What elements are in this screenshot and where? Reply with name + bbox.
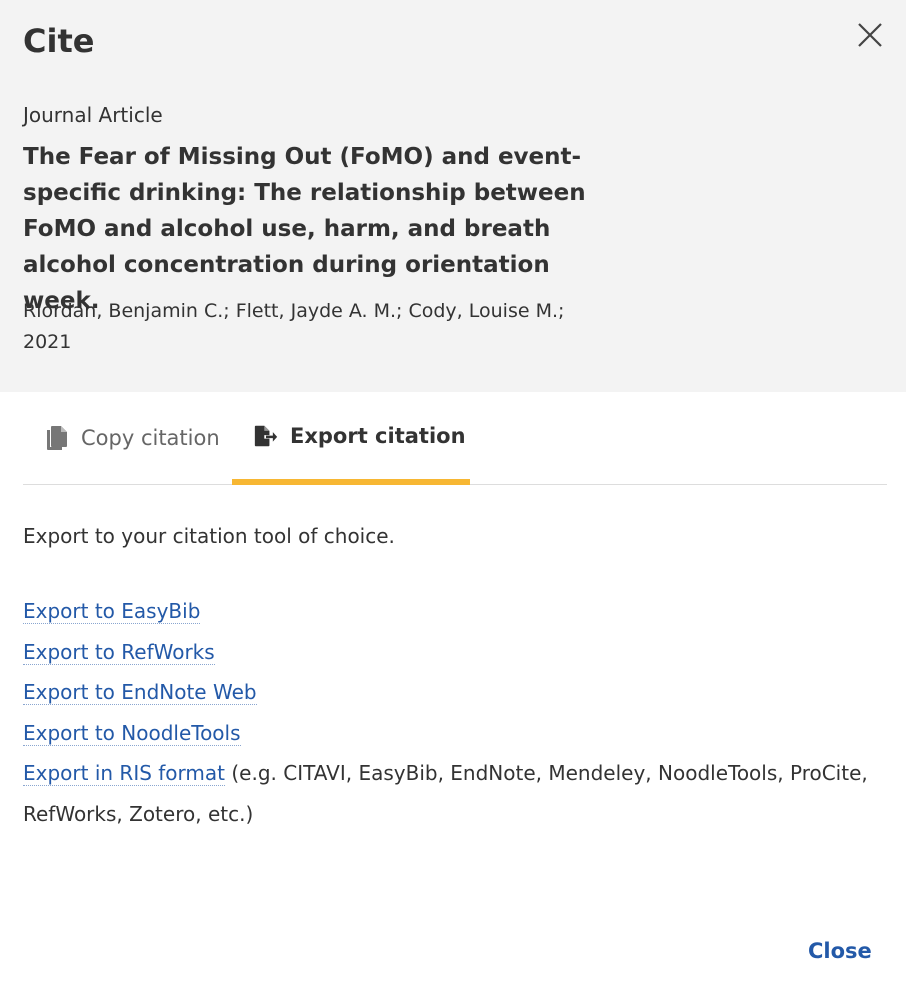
export-refworks-link[interactable]: Export to RefWorks xyxy=(23,639,215,665)
list-item: Export to EndNote Web xyxy=(23,672,887,713)
export-endnote-web-link[interactable]: Export to EndNote Web xyxy=(23,680,257,705)
citation-tabs: Copy citation Export citation xyxy=(23,392,887,485)
dialog-header: Cite Journal Article The Fear of Missing… xyxy=(0,0,906,392)
copy-icon xyxy=(45,424,69,452)
export-intro: Export to your citation tool of choice. xyxy=(23,524,395,548)
dialog-title: Cite xyxy=(23,22,95,60)
item-year: 2021 xyxy=(23,331,72,353)
list-item: Export in RIS format (e.g. CITAVI, EasyB… xyxy=(23,753,887,834)
item-type: Journal Article xyxy=(23,103,163,127)
tab-copy-citation[interactable]: Copy citation xyxy=(23,392,232,484)
export-icon xyxy=(254,422,278,450)
list-item: Export to RefWorks xyxy=(23,632,887,673)
list-item: Export to EasyBib xyxy=(23,591,887,632)
tab-copy-label: Copy citation xyxy=(81,426,220,450)
item-authors: Riordan, Benjamin C.; Flett, Jayde A. M.… xyxy=(23,300,565,322)
close-icon[interactable] xyxy=(853,18,887,52)
export-link-list: Export to EasyBib Export to RefWorks Exp… xyxy=(23,591,887,834)
cite-dialog: Cite Journal Article The Fear of Missing… xyxy=(0,0,906,991)
close-button[interactable]: Close xyxy=(808,936,872,966)
list-item: Export to NoodleTools xyxy=(23,713,887,754)
export-easybib-link[interactable]: Export to EasyBib xyxy=(23,599,201,624)
item-title: The Fear of Missing Out (FoMO) and event… xyxy=(23,144,586,314)
tab-export-citation[interactable]: Export citation xyxy=(232,392,470,485)
export-ris-link[interactable]: Export in RIS format xyxy=(23,761,225,786)
export-noodletools-link[interactable]: Export to NoodleTools xyxy=(23,720,241,746)
tab-export-label: Export citation xyxy=(290,423,466,448)
